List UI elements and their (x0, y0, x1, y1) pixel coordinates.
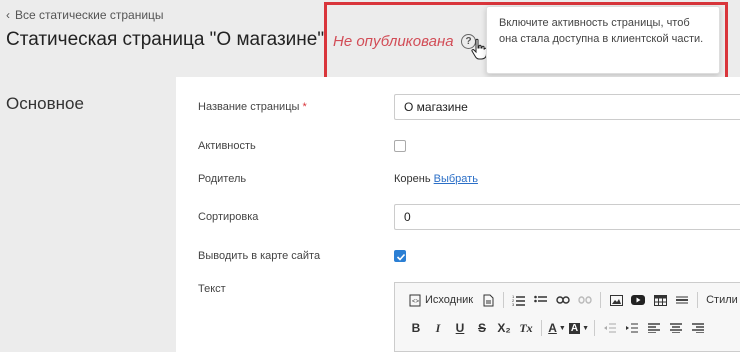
align-center-icon (670, 323, 682, 333)
toolbar-divider (697, 292, 699, 308)
chevron-left-icon: ‹ (6, 8, 10, 22)
select-parent-link[interactable]: Выбрать (434, 173, 478, 185)
clear-format-button[interactable]: Tx (515, 317, 537, 339)
status-badge: Не опубликована (333, 33, 454, 50)
source-label: Исходник (425, 294, 474, 306)
align-center-button[interactable] (665, 317, 687, 339)
document-button[interactable] (477, 289, 499, 311)
text-color-icon: A (548, 321, 557, 335)
align-left-icon (648, 323, 660, 333)
help-tooltip: Включите активность страницы, чтоб она с… (486, 6, 720, 74)
table-icon (653, 294, 667, 306)
parent-value: Корень Выбрать (394, 173, 478, 185)
table-button[interactable] (649, 289, 671, 311)
activity-checkbox[interactable] (394, 140, 406, 152)
align-left-button[interactable] (643, 317, 665, 339)
bullet-list-icon (534, 295, 548, 303)
youtube-icon (631, 295, 646, 305)
indent-icon (626, 323, 638, 333)
section-title: Основное (6, 94, 84, 113)
bullet-list-button[interactable] (530, 289, 552, 311)
parent-label: Родитель (198, 173, 247, 185)
link-button[interactable] (552, 289, 574, 311)
svg-text:3: 3 (512, 302, 515, 306)
underline-button[interactable]: U (449, 317, 471, 339)
sitemap-label: Выводить в карте сайта (198, 250, 321, 262)
indent-button[interactable] (621, 317, 643, 339)
parent-current: Корень (394, 173, 431, 185)
required-mark: * (302, 101, 307, 113)
svg-text:<>: <> (412, 299, 420, 305)
editor-toolbar-row-1: <> Исходник 123 Стили (395, 285, 740, 315)
strikethrough-button[interactable]: S (471, 317, 493, 339)
sort-input[interactable] (394, 204, 740, 230)
sitemap-checkbox[interactable] (394, 250, 406, 262)
bg-color-button[interactable]: A ▼ (568, 317, 590, 339)
name-label-text: Название страницы (198, 101, 300, 113)
horizontal-rule-button[interactable] (671, 289, 693, 311)
italic-button[interactable]: I (427, 317, 449, 339)
image-button[interactable] (605, 289, 627, 311)
caret-down-icon: ▼ (558, 324, 566, 332)
back-link[interactable]: ‹ Все статические страницы (6, 8, 164, 22)
align-right-button[interactable] (687, 317, 709, 339)
align-right-icon (692, 323, 704, 333)
page-title: Статическая страница "О магазине" (6, 29, 325, 50)
youtube-button[interactable] (627, 289, 649, 311)
numbered-list-button[interactable]: 123 (508, 289, 530, 311)
caret-down-icon: ▼ (582, 324, 590, 332)
toolbar-divider (600, 292, 602, 308)
outdent-button[interactable] (599, 317, 621, 339)
sort-label: Сортировка (198, 211, 259, 223)
toolbar-divider (541, 320, 542, 336)
text-color-button[interactable]: A ▼ (546, 317, 568, 339)
source-icon: <> (409, 294, 421, 306)
unlink-button[interactable] (574, 289, 596, 311)
unlink-icon (578, 296, 592, 304)
link-icon (556, 296, 570, 304)
bold-button[interactable]: B (405, 317, 427, 339)
numbered-list-icon: 123 (512, 294, 526, 306)
back-link-label: Все статические страницы (15, 8, 164, 22)
outdent-icon (604, 323, 616, 333)
name-label: Название страницы * (198, 101, 307, 113)
checkmark-icon (396, 253, 406, 261)
source-button[interactable]: <> Исходник (405, 289, 477, 311)
bg-color-icon: A (568, 322, 581, 334)
horizontal-rule-icon (676, 296, 689, 304)
document-icon (483, 294, 494, 306)
toolbar-divider (594, 320, 595, 336)
image-icon (609, 294, 623, 306)
toolbar-divider (503, 292, 505, 308)
page-name-input[interactable] (394, 94, 740, 120)
rich-text-editor: <> Исходник 123 Стили B I U S X₂ Tx A ▼ … (394, 282, 740, 352)
styles-dropdown[interactable]: Стили (702, 289, 740, 311)
text-label: Текст (198, 283, 226, 295)
activity-label: Активность (198, 140, 256, 152)
editor-toolbar-row-2: B I U S X₂ Tx A ▼ A ▼ (395, 313, 709, 343)
subscript-button[interactable]: X₂ (493, 317, 515, 339)
